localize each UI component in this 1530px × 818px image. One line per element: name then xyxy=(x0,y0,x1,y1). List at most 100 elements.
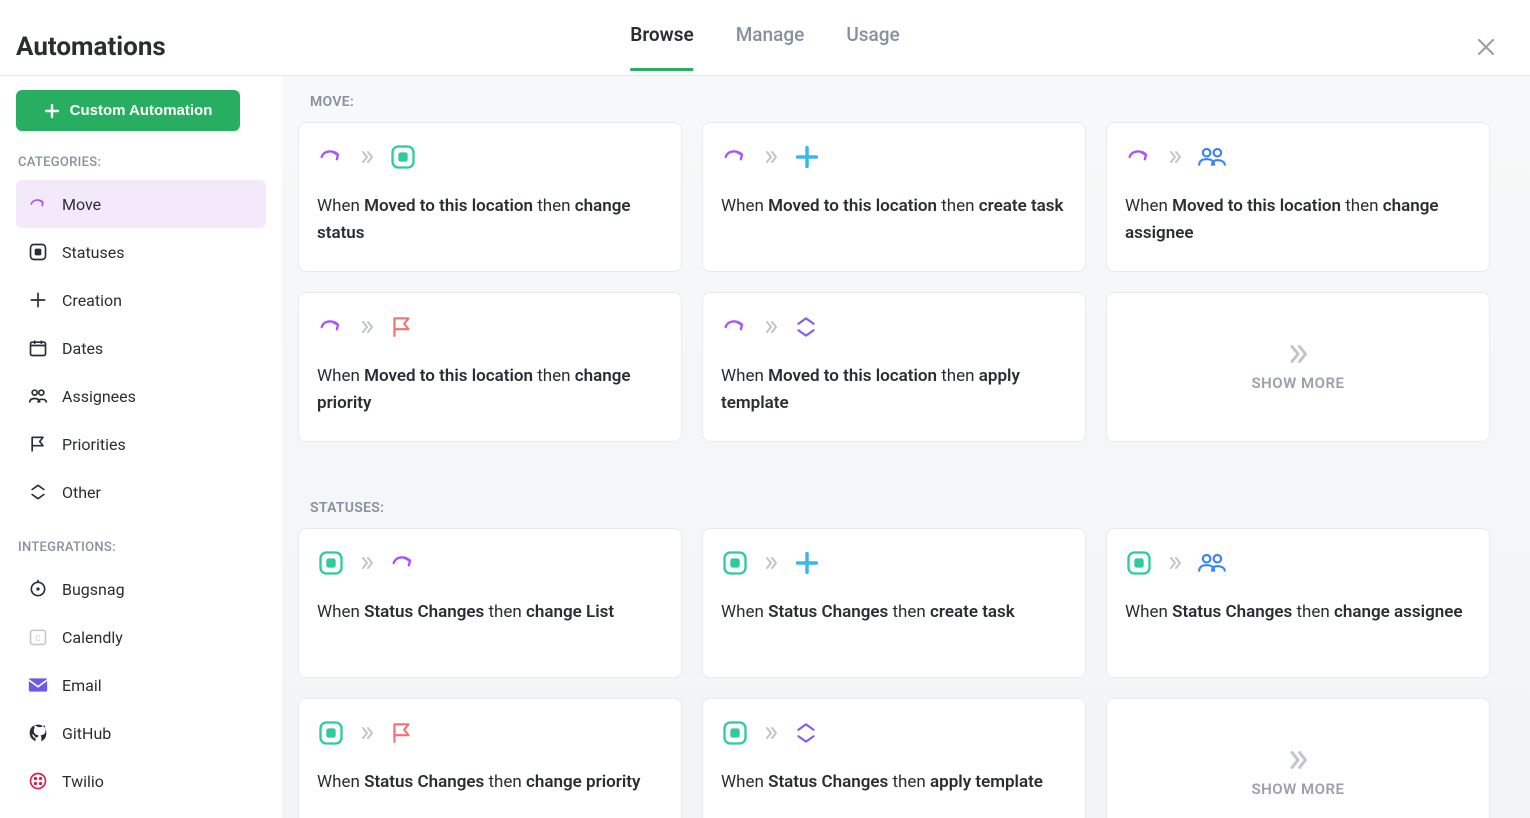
sidebar-item-dates[interactable]: Dates xyxy=(16,324,266,372)
chevron-right-icon xyxy=(359,725,375,741)
sidebar-item-statuses[interactable]: Statuses xyxy=(16,228,266,276)
sidebar-item-twilio[interactable]: Twilio xyxy=(16,757,266,805)
status-icon xyxy=(721,719,749,747)
chevron-right-icon xyxy=(763,319,779,335)
assignees-icon xyxy=(28,386,48,406)
automation-description: When Status Changes then change assignee xyxy=(1125,599,1471,626)
plus-outline-icon xyxy=(28,290,48,310)
header: Automations Browse Manage Usage xyxy=(0,0,1530,76)
sidebar-item-label: Statuses xyxy=(62,243,125,262)
sidebar-item-label: Email xyxy=(62,676,102,695)
automation-description: When Status Changes then apply template xyxy=(721,769,1067,796)
chevron-right-icon xyxy=(1167,555,1183,571)
sidebar-item-label: Priorities xyxy=(62,435,126,454)
sidebar-item-bugsnag[interactable]: Bugsnag xyxy=(16,565,266,613)
sidebar-item-label: Twilio xyxy=(62,772,104,791)
sidebar-item-label: Dates xyxy=(62,339,103,358)
move-icon xyxy=(28,194,48,214)
sidebar-item-email[interactable]: Email xyxy=(16,661,266,709)
automation-card[interactable]: When Status Changes then change assignee xyxy=(1106,528,1490,678)
tabs: Browse Manage Usage xyxy=(630,23,899,71)
plus-icon xyxy=(793,143,821,171)
categories-label: CATEGORIES: xyxy=(18,155,282,170)
template-icon xyxy=(793,314,819,340)
chevron-right-icon xyxy=(1286,342,1310,366)
sidebar-item-assignees[interactable]: Assignees xyxy=(16,372,266,420)
automation-description: When Status Changes then change priority xyxy=(317,769,663,796)
move-icon xyxy=(721,313,749,341)
flag-icon xyxy=(389,314,415,340)
sidebar-item-calendly[interactable]: C Calendly xyxy=(16,613,266,661)
tab-browse[interactable]: Browse xyxy=(630,23,693,71)
automation-card[interactable]: When Moved to this location then change … xyxy=(298,122,682,272)
template-icon xyxy=(793,720,819,746)
calendly-icon: C xyxy=(28,627,48,647)
sidebar-item-label: Bugsnag xyxy=(62,580,125,599)
assignees-icon xyxy=(1197,551,1227,575)
sidebar-item-other[interactable]: Other xyxy=(16,468,266,516)
automation-card[interactable]: When Status Changes then create task xyxy=(702,528,1086,678)
sidebar-item-label: Move xyxy=(62,195,101,214)
move-icon xyxy=(317,313,345,341)
status-icon xyxy=(317,719,345,747)
twilio-icon xyxy=(28,771,48,791)
automation-card[interactable]: When Status Changes then apply template xyxy=(702,698,1086,818)
custom-automation-button[interactable]: Custom Automation xyxy=(16,90,240,131)
group-title-move: MOVE: xyxy=(310,94,1490,110)
tab-usage[interactable]: Usage xyxy=(846,23,899,71)
chevron-right-icon xyxy=(359,555,375,571)
sidebar-item-creation[interactable]: Creation xyxy=(16,276,266,324)
other-icon xyxy=(28,482,48,502)
automation-description: When Moved to this location then change … xyxy=(317,363,663,417)
sidebar-item-priorities[interactable]: Priorities xyxy=(16,420,266,468)
sidebar-item-label: Calendly xyxy=(62,628,123,647)
chevron-right-icon xyxy=(763,725,779,741)
move-icon xyxy=(317,143,345,171)
flag-icon xyxy=(28,434,48,454)
plus-icon xyxy=(793,549,821,577)
automation-description: When Status Changes then change List xyxy=(317,599,663,626)
flag-icon xyxy=(389,720,415,746)
show-more-label: SHOW MORE xyxy=(1252,780,1345,798)
automation-card[interactable]: When Moved to this location then change … xyxy=(1106,122,1490,272)
chevron-right-icon xyxy=(359,319,375,335)
sidebar-item-label: Other xyxy=(62,483,101,502)
sidebar-item-github[interactable]: GitHub xyxy=(16,709,266,757)
custom-automation-label: Custom Automation xyxy=(70,102,213,119)
show-more-button[interactable]: SHOW MORE xyxy=(1106,698,1490,818)
status-icon xyxy=(1125,549,1153,577)
email-icon xyxy=(28,675,48,695)
automation-card[interactable]: When Moved to this location then change … xyxy=(298,292,682,442)
status-icon xyxy=(28,242,48,262)
calendar-icon xyxy=(28,338,48,358)
move-icon xyxy=(389,549,417,577)
close-icon[interactable] xyxy=(1472,33,1500,61)
plus-icon xyxy=(44,103,60,119)
show-more-label: SHOW MORE xyxy=(1252,374,1345,392)
group-title-statuses: STATUSES: xyxy=(310,500,1490,516)
automation-card[interactable]: When Status Changes then change priority xyxy=(298,698,682,818)
automation-description: When Moved to this location then change … xyxy=(1125,193,1471,247)
automation-card[interactable]: When Moved to this location then apply t… xyxy=(702,292,1086,442)
sidebar-item-label: Assignees xyxy=(62,387,136,406)
sidebar-item-move[interactable]: Move xyxy=(16,180,266,228)
chevron-right-icon xyxy=(359,149,375,165)
status-icon xyxy=(317,549,345,577)
automation-description: When Moved to this location then change … xyxy=(317,193,663,247)
show-more-button[interactable]: SHOW MORE xyxy=(1106,292,1490,442)
chevron-right-icon xyxy=(1167,149,1183,165)
automation-description: When Status Changes then create task xyxy=(721,599,1067,626)
automation-description: When Moved to this location then create … xyxy=(721,193,1067,220)
chevron-right-icon xyxy=(1286,748,1310,772)
tab-manage[interactable]: Manage xyxy=(736,23,805,71)
bugsnag-icon xyxy=(28,579,48,599)
automation-card[interactable]: When Status Changes then change List xyxy=(298,528,682,678)
chevron-right-icon xyxy=(763,555,779,571)
sidebar-item-label: Creation xyxy=(62,291,122,310)
sidebar: Custom Automation CATEGORIES: Move Statu… xyxy=(0,76,282,818)
move-icon xyxy=(1125,143,1153,171)
status-icon xyxy=(389,143,417,171)
svg-text:C: C xyxy=(35,634,41,644)
automation-card[interactable]: When Moved to this location then create … xyxy=(702,122,1086,272)
integrations-label: INTEGRATIONS: xyxy=(18,540,282,555)
